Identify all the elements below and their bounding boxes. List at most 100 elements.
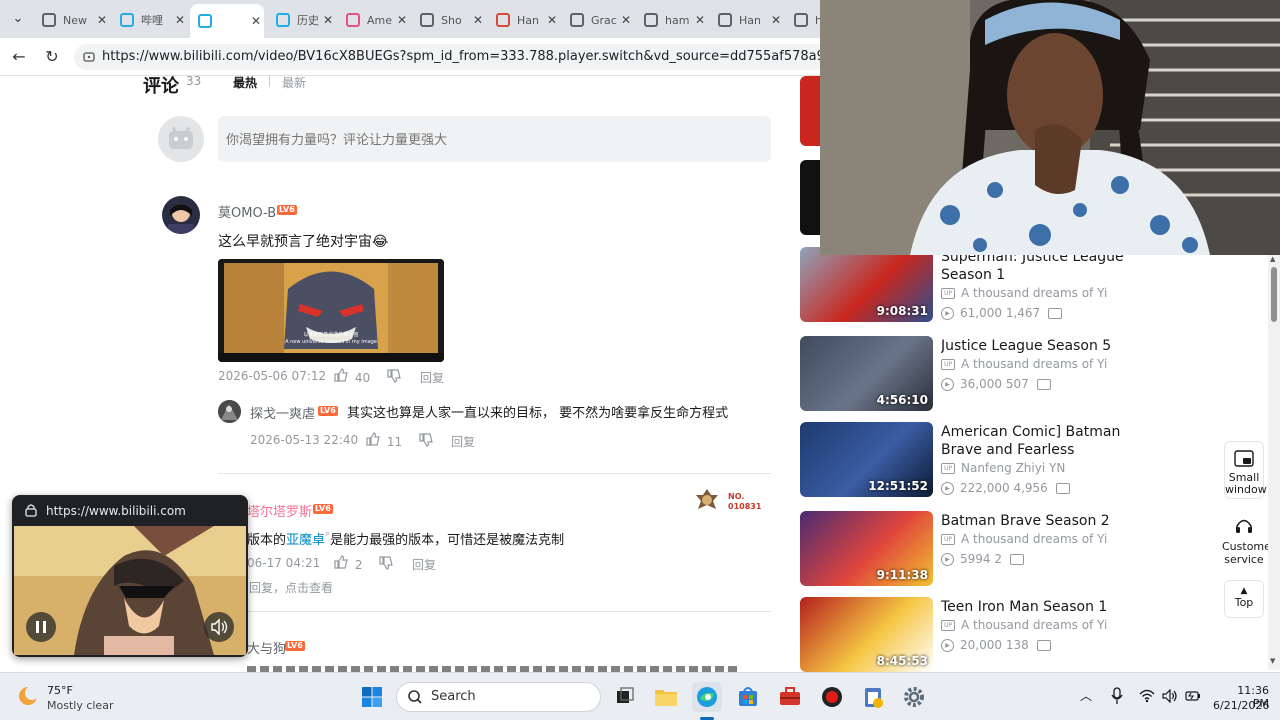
task-view-icon[interactable] bbox=[610, 682, 640, 712]
video-title[interactable]: Teen Iron Man Season 1 bbox=[941, 598, 1131, 616]
tray-overflow-chevron-icon[interactable]: ︿ bbox=[1080, 687, 1092, 704]
reply-button[interactable]: 回复 bbox=[420, 369, 444, 386]
tab-close-icon[interactable]: ✕ bbox=[94, 13, 110, 27]
windows-start-icon[interactable] bbox=[357, 682, 387, 712]
reply-avatar[interactable] bbox=[218, 400, 241, 423]
video-thumbnail[interactable]: 9:08:31 bbox=[800, 247, 933, 322]
volume-button[interactable] bbox=[204, 612, 234, 642]
back-arrow-icon[interactable]: ← bbox=[8, 46, 30, 68]
comment-username[interactable]: 塔尔塔罗斯 bbox=[247, 501, 312, 520]
volume-icon[interactable] bbox=[1162, 688, 1178, 706]
scroll-up-icon[interactable]: ▲ bbox=[1270, 255, 1275, 263]
browser-tab[interactable]: Ame ✕ bbox=[338, 6, 410, 34]
reply-button[interactable]: 回复 bbox=[451, 433, 475, 450]
scrollbar-thumb[interactable] bbox=[1271, 267, 1277, 322]
picture-in-picture-player[interactable]: https://www.bilibili.com bbox=[12, 495, 248, 657]
related-video-card[interactable]: 9:08:31 Superman: Justice League Season 1… bbox=[800, 247, 1130, 323]
tab-close-icon[interactable]: ✕ bbox=[172, 13, 188, 27]
microsoft-store-icon[interactable] bbox=[733, 682, 763, 712]
reply-text: 其实这也算是人家一直以来的目标， 要不然为啥要拿反生命方程式 bbox=[347, 406, 729, 421]
battery-icon[interactable] bbox=[1185, 689, 1201, 706]
video-title[interactable]: Batman Brave Season 2 bbox=[941, 512, 1131, 530]
clipboard-app-icon[interactable] bbox=[858, 682, 888, 712]
tab-close-icon[interactable]: ✕ bbox=[248, 14, 264, 28]
settings-gear-icon[interactable] bbox=[899, 682, 929, 712]
video-title[interactable]: Justice League Season 5 bbox=[941, 337, 1131, 355]
clock-date[interactable]: 6/21/2026 bbox=[1213, 699, 1269, 712]
small-window-button[interactable]: Small window bbox=[1224, 441, 1267, 499]
my-avatar[interactable] bbox=[158, 116, 204, 162]
video-thumbnail-partial[interactable] bbox=[800, 160, 820, 235]
tab-close-icon[interactable]: ✕ bbox=[394, 13, 410, 27]
browser-tab[interactable]: New ✕ bbox=[34, 6, 110, 34]
comment-topic-link[interactable]: 亚魔卓 bbox=[286, 533, 325, 548]
reply-username[interactable]: 探戈一爽虐 bbox=[250, 403, 315, 422]
pip-video[interactable] bbox=[14, 526, 246, 655]
video-uploader[interactable]: UP A thousand dreams of Yi bbox=[941, 532, 1107, 546]
tab-close-icon[interactable]: ✕ bbox=[692, 13, 708, 27]
back-to-top-button[interactable]: ▲ Top bbox=[1224, 580, 1264, 618]
record-app-icon[interactable] bbox=[817, 682, 847, 712]
toolbox-app-icon[interactable] bbox=[775, 682, 805, 712]
tab-close-icon[interactable]: ✕ bbox=[618, 13, 634, 27]
scroll-down-icon[interactable]: ▼ bbox=[1270, 657, 1275, 665]
video-uploader[interactable]: UP Nanfeng Zhiyi YN bbox=[941, 461, 1065, 475]
comment-username[interactable]: 莫OMO-B bbox=[218, 202, 276, 221]
sort-hot-tab[interactable]: 最热 bbox=[233, 74, 257, 91]
pause-button[interactable] bbox=[26, 612, 56, 642]
commenter-avatar[interactable] bbox=[162, 196, 200, 234]
page-scrollbar[interactable]: ▲ ▼ bbox=[1268, 255, 1280, 670]
taskbar-search[interactable]: Search bbox=[396, 682, 601, 712]
tab-close-icon[interactable]: ✕ bbox=[768, 13, 784, 27]
weather-temp[interactable]: 75°F bbox=[47, 684, 73, 697]
microphone-icon[interactable] bbox=[1111, 687, 1123, 708]
tab-list-chevron-icon[interactable]: ⌄ bbox=[8, 9, 28, 29]
tab-close-icon[interactable]: ✕ bbox=[320, 13, 336, 27]
comment-image[interactable]: 以我的形象创造的新宇宙 A new universe created in my… bbox=[218, 259, 444, 362]
comment-input[interactable] bbox=[218, 116, 771, 162]
tab-close-icon[interactable]: ✕ bbox=[544, 13, 560, 27]
browser-tab[interactable]: ✕ bbox=[190, 4, 264, 38]
related-video-card[interactable]: 8:45:53 Teen Iron Man Season 1 UP A thousan… bbox=[800, 597, 1130, 673]
browser-tab[interactable]: ham ✕ bbox=[636, 6, 708, 34]
dislike-button[interactable] bbox=[379, 556, 393, 573]
customer-service-button[interactable]: Customer service bbox=[1222, 510, 1275, 574]
view-replies-link[interactable]: 回复，点击查看 bbox=[249, 579, 333, 596]
dislike-button[interactable] bbox=[419, 433, 433, 450]
like-button[interactable]: 40 bbox=[334, 368, 370, 385]
wifi-icon[interactable] bbox=[1139, 689, 1155, 706]
weather-desc[interactable]: Mostly clear bbox=[47, 699, 113, 712]
url-input[interactable]: https://www.bilibili.com/video/BV16cX8BU… bbox=[74, 44, 834, 70]
like-button[interactable]: 11 bbox=[366, 432, 402, 449]
browser-tab[interactable]: 历史 ✕ bbox=[268, 6, 336, 34]
video-thumbnail[interactable]: 12:51:52 bbox=[800, 422, 933, 497]
related-video-card[interactable]: 12:51:52 American Comic] Batman Brave and… bbox=[800, 422, 1130, 498]
video-uploader[interactable]: UP A thousand dreams of Yi bbox=[941, 286, 1107, 300]
related-video-card[interactable]: 9:11:38 Batman Brave Season 2 UP A thousand… bbox=[800, 511, 1130, 587]
video-uploader[interactable]: UP A thousand dreams of Yi bbox=[941, 618, 1107, 632]
browser-tab[interactable]: Sho ✕ bbox=[412, 6, 486, 34]
browser-tab[interactable]: Grac ✕ bbox=[562, 6, 634, 34]
sort-new-tab[interactable]: 最新 bbox=[282, 74, 306, 91]
file-explorer-icon[interactable] bbox=[651, 682, 681, 712]
like-button[interactable]: 2 bbox=[334, 555, 362, 572]
weather-moon-icon[interactable] bbox=[17, 685, 39, 707]
related-video-card[interactable]: 4:56:10 Justice League Season 5 UP A thousa… bbox=[800, 336, 1130, 412]
browser-tab[interactable]: Han ✕ bbox=[488, 6, 560, 34]
video-thumbnail[interactable]: 9:11:38 bbox=[800, 511, 933, 586]
video-title[interactable]: American Comic] Batman Brave and Fearles… bbox=[941, 423, 1131, 459]
browser-tab[interactable]: Han ✕ bbox=[710, 6, 784, 34]
video-thumbnail[interactable]: 8:45:53 bbox=[800, 597, 933, 672]
video-thumbnail-partial[interactable] bbox=[800, 76, 820, 146]
site-info-icon[interactable] bbox=[83, 44, 95, 70]
reply-button[interactable]: 回复 bbox=[412, 556, 436, 573]
tab-close-icon[interactable]: ✕ bbox=[470, 13, 486, 27]
video-uploader[interactable]: UP A thousand dreams of Yi bbox=[941, 357, 1107, 371]
level-badge: LV6 bbox=[285, 641, 305, 651]
reload-icon[interactable]: ↻ bbox=[41, 46, 63, 68]
comment-username[interactable]: 大与狗 bbox=[247, 638, 286, 657]
edge-browser-icon[interactable] bbox=[692, 682, 722, 712]
browser-tab[interactable]: 哔哩 ✕ bbox=[112, 6, 188, 34]
video-thumbnail[interactable]: 4:56:10 bbox=[800, 336, 933, 411]
dislike-button[interactable] bbox=[387, 369, 401, 386]
